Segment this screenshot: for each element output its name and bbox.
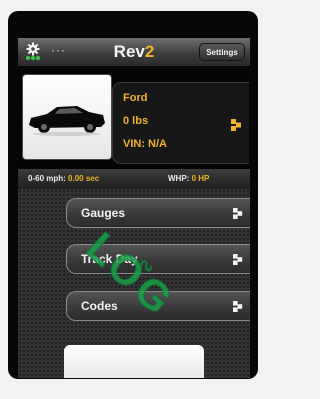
car-silhouette-icon: [29, 106, 105, 136]
gear-icon[interactable]: [24, 41, 46, 63]
acceleration-label: 0-60 mph:: [28, 174, 66, 183]
chevron-right-icon: [233, 208, 243, 219]
main-menu: Gauges Track Day Codes: [18, 189, 250, 378]
bottom-action-button[interactable]: [64, 345, 204, 378]
gauges-button[interactable]: Gauges: [66, 198, 250, 228]
performance-stats-bar: 0-60 mph: 0.00 sec WHP: 0 HP: [18, 169, 250, 189]
app-title-main: Rev: [113, 42, 145, 61]
vehicle-vin: VIN: N/A: [123, 138, 167, 150]
chevron-right-icon: [233, 254, 243, 265]
track-day-button[interactable]: Track Day: [66, 244, 250, 274]
menu-label: Codes: [81, 299, 118, 313]
acceleration-stat: 0-60 mph: 0.00 sec: [28, 174, 99, 183]
menu-label: Gauges: [81, 206, 126, 220]
menu-label: Track Day: [81, 252, 138, 266]
settings-button[interactable]: Settings: [199, 43, 245, 61]
title-bar: ··· Rev2 Settings: [18, 38, 250, 67]
vehicle-make: Ford: [123, 92, 148, 104]
vehicle-info-card[interactable]: Ford 0 lbs VIN: N/A: [112, 82, 249, 164]
horsepower-stat: WHP: 0 HP: [168, 174, 209, 183]
app-title: Rev2: [78, 42, 190, 62]
app-title-accent: 2: [144, 42, 155, 61]
chevron-right-icon: [233, 301, 243, 312]
car-image: [22, 74, 112, 160]
chevron-right-icon: [231, 119, 241, 131]
horsepower-value: 0 HP: [191, 174, 210, 183]
app-screen: ··· Rev2 Settings Ford 0 lbs VIN: N/A 0-…: [18, 38, 250, 378]
codes-button[interactable]: Codes: [66, 291, 250, 321]
connection-dots: ···: [51, 43, 66, 57]
vehicle-weight: 0 lbs: [123, 115, 149, 127]
horsepower-label: WHP:: [168, 174, 190, 183]
acceleration-value: 0.00 sec: [68, 174, 100, 183]
vehicle-panel: Ford 0 lbs VIN: N/A: [18, 66, 250, 169]
